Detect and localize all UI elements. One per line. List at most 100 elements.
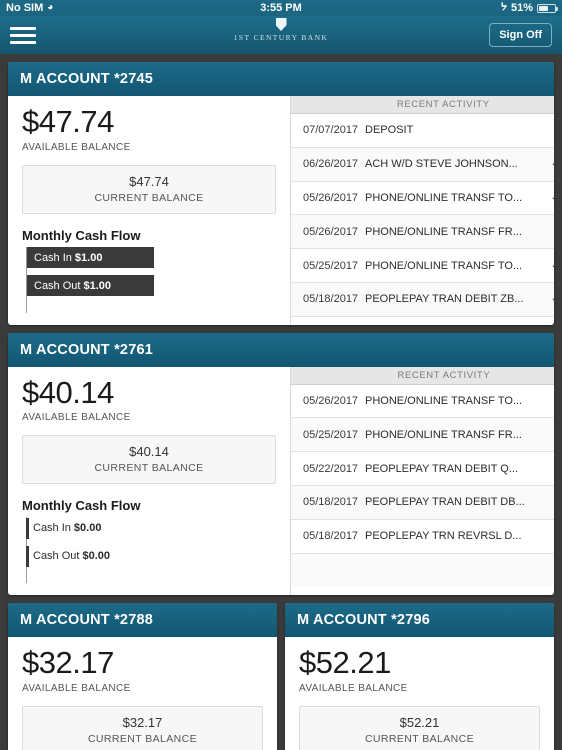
account-title: M ACCOUNT *2745	[8, 62, 554, 96]
cash-out-bar-row: Cash Out $0.00	[26, 545, 276, 567]
account-card[interactable]: M ACCOUNT *2788 $32.17 AVAILABLE BALANCE…	[8, 603, 277, 750]
transaction-amount: -$1.00	[532, 158, 554, 170]
transaction-date: 06/26/2017	[303, 158, 359, 171]
transaction-description: PHONE/ONLINE TRANSF TO...	[365, 259, 523, 272]
table-row[interactable]: 05/22/2017 PEOPLEPAY TRAN DEBIT Q... -$1…	[291, 452, 554, 486]
transaction-amount: -$1.00	[533, 463, 555, 475]
available-balance-amount: $40.14	[22, 374, 114, 410]
current-balance-box: $52.21 CURRENT BALANCE	[299, 705, 540, 750]
sign-off-button[interactable]: Sign Off	[489, 23, 552, 47]
table-row[interactable]: 05/25/2017 PHONE/ONLINE TRANSF FR... $1.…	[291, 418, 554, 453]
account-card-row: M ACCOUNT *2788 $32.17 AVAILABLE BALANCE…	[8, 603, 554, 750]
account-title: M ACCOUNT *2788	[8, 603, 277, 638]
table-row[interactable]: 05/18/2017 PEOPLEPAY TRAN DEBIT ZB... -$…	[291, 282, 554, 317]
transaction-date: 05/18/2017	[303, 496, 359, 509]
cash-out-label: Cash Out	[34, 279, 81, 292]
hamburger-menu-icon[interactable]	[10, 25, 36, 45]
transaction-amount: -$1.00	[532, 293, 554, 305]
account-card[interactable]: M ACCOUNT *2761 $40.14 AVAILABLE BALANCE…	[8, 332, 555, 596]
transaction-description: ACH W/D STEVE JOHNSON...	[365, 158, 518, 171]
account-title: M ACCOUNT *2796	[285, 603, 554, 638]
current-balance-label: CURRENT BALANCE	[364, 732, 475, 745]
cash-in-bar: Cash In $0.00	[26, 517, 101, 539]
recent-activity-header: RECENT ACTIVITY	[291, 366, 554, 385]
recent-activity-pane: RECENT ACTIVITY 07/07/2017 DEPOSIT $1.00…	[290, 96, 554, 325]
chart-axis-line	[26, 246, 27, 313]
available-balance-label: AVAILABLE BALANCE	[22, 412, 131, 424]
table-row[interactable]: 05/26/2017 PHONE/ONLINE TRANSF TO... -$1…	[291, 181, 554, 216]
carrier-label: No SIM	[6, 2, 44, 14]
transaction-date: 05/25/2017	[303, 428, 359, 441]
accounts-list: M ACCOUNT *2745 $47.74 AVAILABLE BALANCE…	[0, 54, 562, 750]
table-row[interactable]: 05/26/2017 PHONE/ONLINE TRANSF TO... -$1…	[291, 384, 554, 419]
table-row[interactable]: 06/26/2017 ACH W/D STEVE JOHNSON... -$1.…	[291, 147, 554, 182]
bluetooth-icon: ᔭ	[500, 2, 507, 13]
cash-flow-title: Monthly Cash Flow	[22, 498, 141, 514]
cash-in-bar-row: Cash In $0.00	[26, 517, 276, 539]
transaction-description: PHONE/ONLINE TRANSF TO...	[365, 191, 523, 204]
transaction-date: 05/18/2017	[303, 293, 359, 306]
transaction-description: PEOPLEPAY TRAN DEBIT Q...	[365, 462, 519, 475]
transaction-description: PHONE/ONLINE TRANSF FR...	[365, 225, 522, 238]
account-summary-pane: $52.21 AVAILABLE BALANCE $52.21 CURRENT …	[285, 637, 554, 750]
account-summary-pane: $32.17 AVAILABLE BALANCE $32.17 CURRENT …	[8, 637, 277, 750]
account-summary-pane: $40.14 AVAILABLE BALANCE $40.14 CURRENT …	[8, 367, 290, 596]
current-balance-box: $47.74 CURRENT BALANCE	[22, 164, 276, 214]
current-balance-amount: $40.14	[129, 444, 169, 460]
cash-flow-chart: Cash In $1.00 Cash Out $1.00	[22, 246, 276, 313]
cash-in-value: $0.00	[73, 522, 102, 535]
transaction-date: 05/26/2017	[303, 225, 359, 238]
transaction-description: DEPOSIT	[365, 124, 414, 137]
table-row-empty	[291, 553, 554, 588]
account-card-body: $47.74 AVAILABLE BALANCE $47.74 CURRENT …	[8, 96, 554, 325]
cash-out-bar: Cash Out $0.00	[26, 545, 110, 567]
account-summary-pane: $47.74 AVAILABLE BALANCE $47.74 CURRENT …	[8, 96, 290, 325]
account-card-body: $32.17 AVAILABLE BALANCE $32.17 CURRENT …	[8, 637, 277, 750]
available-balance-label: AVAILABLE BALANCE	[22, 682, 131, 694]
brand-logo: 1ST CENTURY BANK	[0, 18, 562, 42]
transaction-amount: -$1.00	[533, 496, 555, 508]
current-balance-label: CURRENT BALANCE	[94, 462, 204, 475]
transaction-amount: $1.00	[533, 429, 554, 441]
status-bar: No SIM ◕ 3:55 PM ᔭ 51%	[0, 0, 562, 16]
table-row[interactable]: 05/25/2017 PHONE/ONLINE TRANSF TO... -$1…	[291, 249, 554, 283]
table-row[interactable]: 07/07/2017 DEPOSIT $1.00	[291, 114, 554, 148]
app-screen: No SIM ◕ 3:55 PM ᔭ 51% 1ST CENTURY BANK …	[0, 0, 562, 750]
account-card-body: $40.14 AVAILABLE BALANCE $40.14 CURRENT …	[8, 366, 555, 596]
cash-in-bar-row: Cash In $1.00	[26, 247, 276, 269]
battery-percent-label: 51%	[510, 2, 533, 14]
transaction-date: 05/18/2017	[303, 530, 359, 543]
cash-out-value: $0.00	[82, 550, 110, 563]
current-balance-label: CURRENT BALANCE	[87, 732, 198, 745]
account-card-body: $52.21 AVAILABLE BALANCE $52.21 CURRENT …	[285, 637, 554, 750]
table-row[interactable]: 05/18/2017 PEOPLEPAY TRN REVRSL D... $1.…	[291, 519, 554, 554]
transaction-description: PHONE/ONLINE TRANSF FR...	[365, 428, 522, 441]
shield-logo-icon	[275, 18, 287, 31]
current-balance-amount: $32.17	[122, 714, 163, 730]
account-card[interactable]: M ACCOUNT *2745 $47.74 AVAILABLE BALANCE…	[8, 62, 554, 325]
status-bar-left: No SIM ◕	[6, 2, 53, 14]
table-row[interactable]: 05/26/2017 PHONE/ONLINE TRANSF FR... $1.…	[291, 215, 554, 250]
account-card[interactable]: M ACCOUNT *2796 $52.21 AVAILABLE BALANCE…	[285, 603, 554, 750]
transaction-date: 05/22/2017	[303, 462, 359, 475]
transaction-amount: -$1.00	[532, 192, 554, 204]
cash-in-label: Cash In	[34, 251, 72, 264]
status-bar-right: ᔭ 51%	[500, 2, 558, 14]
cash-in-label: Cash In	[33, 522, 71, 535]
cash-flow-title: Monthly Cash Flow	[22, 227, 141, 243]
cash-out-bar: Cash Out $1.00	[26, 275, 154, 297]
current-balance-label: CURRENT BALANCE	[94, 191, 204, 204]
current-balance-amount: $52.21	[399, 714, 440, 730]
table-row[interactable]: 05/18/2017 PEOPLEPAY TRAN DEBIT DB... -$…	[291, 485, 555, 520]
transaction-description: PEOPLEPAY TRAN DEBIT ZB...	[365, 293, 524, 306]
cash-flow-chart: Cash In $0.00 Cash Out $0.00	[22, 517, 276, 584]
available-balance-label: AVAILABLE BALANCE	[299, 682, 408, 694]
current-balance-box: $40.14 CURRENT BALANCE	[22, 435, 276, 485]
transaction-amount: -$1.00	[532, 260, 554, 272]
cash-out-bar-row: Cash Out $1.00	[26, 275, 276, 297]
transaction-amount: $1.00	[533, 530, 554, 542]
brand-name-label: 1ST CENTURY BANK	[233, 33, 329, 42]
cash-in-value: $1.00	[74, 251, 103, 264]
available-balance-amount: $47.74	[22, 104, 114, 139]
recent-activity-pane: RECENT ACTIVITY 05/26/2017 PHONE/ONLINE …	[290, 366, 555, 596]
